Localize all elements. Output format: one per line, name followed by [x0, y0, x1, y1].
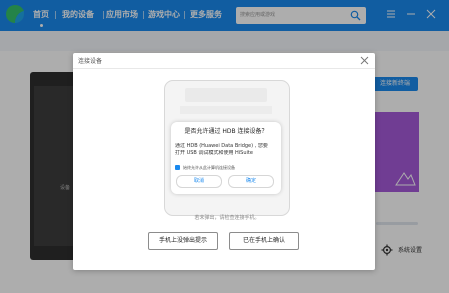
no-prompt-button[interactable]: 手机上没弹出提示	[148, 232, 218, 250]
hdb-cancel-button[interactable]: 取消	[176, 175, 222, 188]
dialog-hint: 若未弹出，请检查连接手机。	[194, 215, 260, 221]
phone-illustration-status	[185, 88, 267, 102]
hdb-permission-card: 是否允许通过 HDB 连接设备？ 通过 HDB (Huawei Data Bri…	[171, 122, 281, 194]
phone-illustration-bar	[180, 106, 272, 114]
close-icon[interactable]	[360, 56, 369, 65]
always-allow-label: 始终允许从此计算机连接设备	[183, 165, 235, 170]
confirmed-on-phone-button[interactable]: 已在手机上确认	[229, 232, 299, 250]
dialog-divider	[73, 68, 375, 69]
hdb-card-body-line: 通过 HDB (Huawei Data Bridge) , 您要	[175, 143, 268, 149]
hdb-card-body-line: 打开 USB 调试模式和使用 HiSuite	[175, 150, 253, 156]
hdb-card-body: 通过 HDB (Huawei Data Bridge) , 您要 打开 USB …	[175, 143, 279, 157]
checkbox-checked-icon	[175, 165, 180, 170]
dialog-title: 连接设备	[78, 58, 103, 65]
hdb-card-title: 是否允许通过 HDB 连接设备？	[184, 128, 268, 135]
hdb-confirm-button[interactable]: 确定	[228, 175, 274, 188]
